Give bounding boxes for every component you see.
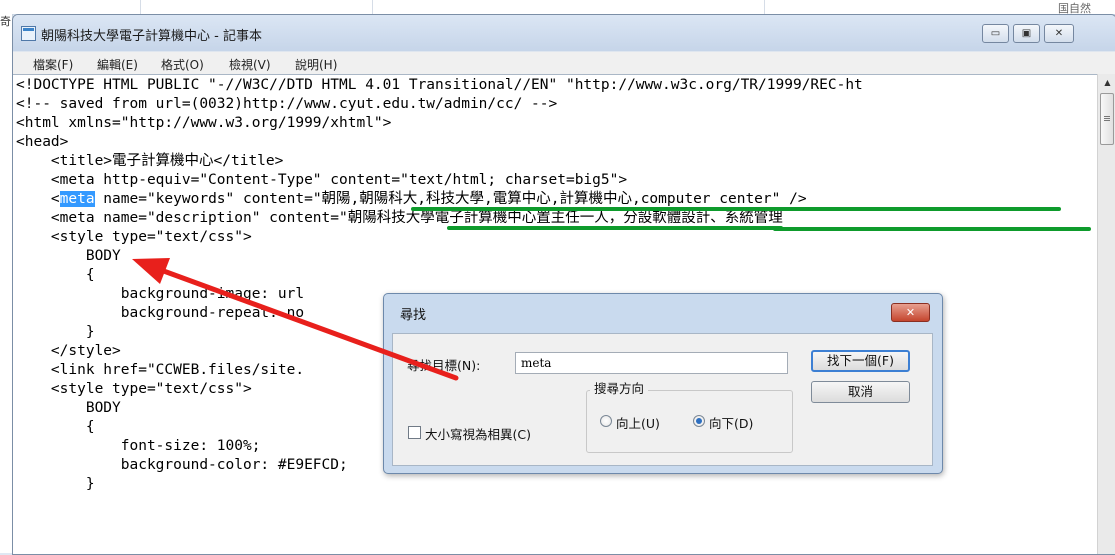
find-what-input[interactable]: meta (515, 352, 788, 374)
scrollbar-thumb[interactable] (1100, 93, 1114, 145)
dialog-body: 尋找目標(N): meta 找下一個(F) 取消 搜尋方向 向上(U) 向下(D… (392, 333, 933, 466)
find-dialog: 尋找 ✕ 尋找目標(N): meta 找下一個(F) 取消 搜尋方向 向上(U)… (383, 293, 943, 474)
code-line: <html xmlns="http://www.w3.org/1999/xhtm… (16, 115, 392, 131)
code-line: background-image: url (16, 286, 305, 302)
cancel-button[interactable]: 取消 (811, 381, 910, 403)
code-line: <link href="CCWEB.files/site. (16, 362, 305, 378)
menu-help[interactable]: 說明(H) (295, 56, 337, 73)
code-line: background-color: #E9EFCD; (16, 457, 348, 473)
direction-up-label[interactable]: 向上(U) (616, 413, 660, 432)
code-text: name="keywords" content="朝陽,朝陽科大,科技大學,電算… (94, 191, 807, 207)
code-line: { (16, 267, 95, 283)
direction-down-radio[interactable] (693, 415, 705, 427)
background-divider (140, 0, 141, 14)
dialog-title: 尋找 (400, 308, 427, 323)
code-line: BODY (16, 400, 121, 416)
notepad-icon (21, 26, 36, 41)
menu-view[interactable]: 檢視(V) (229, 56, 271, 73)
code-line: <style type="text/css"> (16, 381, 252, 397)
search-highlight: meta (59, 191, 95, 207)
code-line: BODY (16, 248, 121, 264)
close-button[interactable]: ✕ (1044, 24, 1074, 43)
direction-label: 搜尋方向 (590, 378, 649, 397)
direction-down-label[interactable]: 向下(D) (709, 413, 753, 432)
dialog-close-button[interactable]: ✕ (891, 303, 930, 322)
scroll-up-arrow-icon[interactable]: ▲ (1098, 74, 1115, 91)
code-line: } (16, 324, 95, 340)
green-underline-description (773, 227, 1091, 231)
background-strip: 国自然 (0, 0, 1115, 15)
code-line: { (16, 419, 95, 435)
background-left-glyph: 奇 (0, 15, 11, 28)
code-line: } (16, 476, 95, 492)
title-bar[interactable]: 朝陽科技大學電子計算機中心 - 記事本 ▭ ▣ ✕ (13, 15, 1115, 51)
code-line: </style> (16, 343, 121, 359)
find-what-label: 尋找目標(N): (407, 358, 481, 373)
minimize-button[interactable]: ▭ (982, 24, 1009, 43)
background-divider (764, 0, 765, 14)
window-title: 朝陽科技大學電子計算機中心 - 記事本 (41, 29, 262, 44)
menu-edit[interactable]: 編輯(E) (97, 56, 138, 73)
code-text: < (16, 191, 60, 207)
code-line: <!DOCTYPE HTML PUBLIC "-//W3C//DTD HTML … (16, 77, 863, 93)
green-underline-keywords (411, 207, 1061, 211)
maximize-button[interactable]: ▣ (1013, 24, 1040, 43)
vertical-scrollbar[interactable]: ▲ (1097, 74, 1115, 554)
code-line: background-repeat: no (16, 305, 305, 321)
code-line: <style type="text/css"> (16, 229, 252, 245)
direction-up-radio[interactable] (600, 415, 612, 427)
grip-icon (1104, 116, 1110, 117)
menu-file[interactable]: 檔案(F) (33, 56, 73, 73)
code-line: <title>電子計算機中心</title> (16, 153, 284, 169)
code-line: <meta http-equiv="Content-Type" content=… (16, 172, 628, 188)
code-line: font-size: 100%; (16, 438, 261, 454)
green-underline-description (447, 226, 783, 230)
menu-format[interactable]: 格式(O) (161, 56, 204, 73)
match-case-checkbox[interactable] (408, 426, 421, 439)
background-divider (372, 0, 373, 14)
find-next-button[interactable]: 找下一個(F) (811, 350, 910, 372)
menu-bar: 檔案(F) 編輯(E) 格式(O) 檢視(V) 說明(H) (13, 51, 1115, 75)
match-case-label[interactable]: 大小寫視為相異(C) (425, 424, 531, 443)
code-line: <!-- saved from url=(0032)http://www.cyu… (16, 96, 558, 112)
code-line: <head> (16, 134, 69, 150)
